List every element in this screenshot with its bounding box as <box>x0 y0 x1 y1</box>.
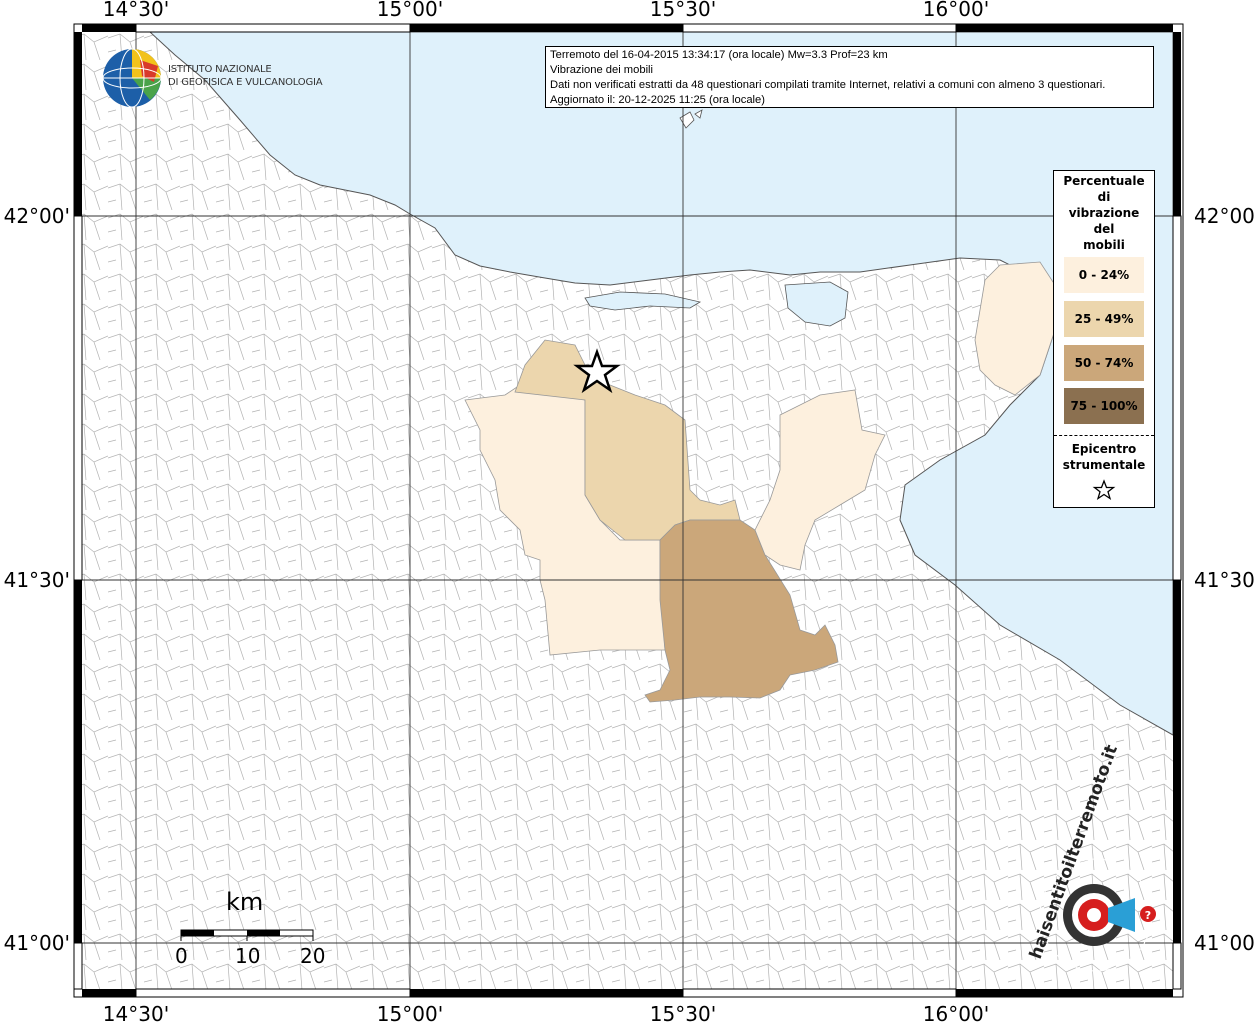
lon-tick-bottom: 15°00' <box>377 1002 443 1024</box>
ingv-line-2: DI GEOFISICA E VULCANOLOGIA <box>168 77 323 88</box>
event-info-box: Terremoto del 16-04-2015 13:34:17 (ora l… <box>545 46 1154 108</box>
legend-title-line: vibrazione <box>1068 206 1140 220</box>
svg-text:?: ? <box>1145 909 1151 922</box>
update-timestamp: Aggiornato il: 20-12-2025 11:25 (ora loc… <box>550 94 765 106</box>
legend-title-line: Percentuale <box>1063 174 1145 188</box>
lon-tick-top: 16°00' <box>923 0 989 21</box>
data-note: Dati non verificati estratti da 48 quest… <box>550 79 1106 91</box>
legend-title-line: del <box>1093 222 1115 236</box>
lon-tick-top: 15°30' <box>650 0 716 21</box>
lon-tick-bottom: 15°30' <box>650 1002 716 1024</box>
scale-label-20: 20 <box>300 944 326 968</box>
legend-title-line: di <box>1097 190 1111 204</box>
lat-tick-left: 41°00' <box>4 931 70 955</box>
lat-tick-left: 41°30' <box>4 568 70 592</box>
legend-item-25-49: 25 - 49% <box>1064 301 1144 337</box>
legend-item-75-100: 75 - 100% <box>1064 388 1144 424</box>
scale-label-0: 0 <box>175 944 188 968</box>
legend: Percentuale di vibrazione del mobili 0 -… <box>1053 170 1155 508</box>
lat-tick-right: 41°00' <box>1194 931 1256 955</box>
lat-tick-right: 41°30' <box>1194 568 1256 592</box>
lon-tick-bottom: 14°30' <box>103 1002 169 1024</box>
legend-title-line: mobili <box>1083 238 1125 252</box>
map-subject: Vibrazione dei mobili <box>550 64 654 76</box>
legend-star-icon <box>1092 479 1116 501</box>
legend-separator <box>1054 435 1154 436</box>
map-canvas: 14°30' 15°00' 15°30' 16°00' 14°30' 15°00… <box>4 0 1256 1024</box>
legend-title: Percentuale di vibrazione del mobili <box>1054 173 1154 253</box>
legend-epicenter-label: Epicentro strumentale <box>1054 441 1154 473</box>
ingv-logo-icon <box>102 48 162 108</box>
scale-unit: km <box>226 888 264 916</box>
legend-epicenter-line: strumentale <box>1062 458 1146 472</box>
legend-item-50-74: 50 - 74% <box>1064 345 1144 381</box>
lon-tick-top: 15°00' <box>377 0 443 21</box>
lon-tick-bottom: 16°00' <box>923 1002 989 1024</box>
legend-item-0-24: 0 - 24% <box>1064 257 1144 293</box>
ingv-line-1: ISTITUTO NAZIONALE <box>168 64 272 75</box>
legend-epicenter-line: Epicentro <box>1071 442 1137 456</box>
event-title: Terremoto del 16-04-2015 13:34:17 (ora l… <box>550 49 888 61</box>
lat-tick-right: 42°00' <box>1194 204 1256 228</box>
lon-tick-top: 14°30' <box>103 0 169 21</box>
ingv-logo-text: ISTITUTO NAZIONALE DI GEOFISICA E VULCAN… <box>168 63 323 89</box>
lat-tick-left: 42°00' <box>4 204 70 228</box>
scale-label-10: 10 <box>235 944 261 968</box>
